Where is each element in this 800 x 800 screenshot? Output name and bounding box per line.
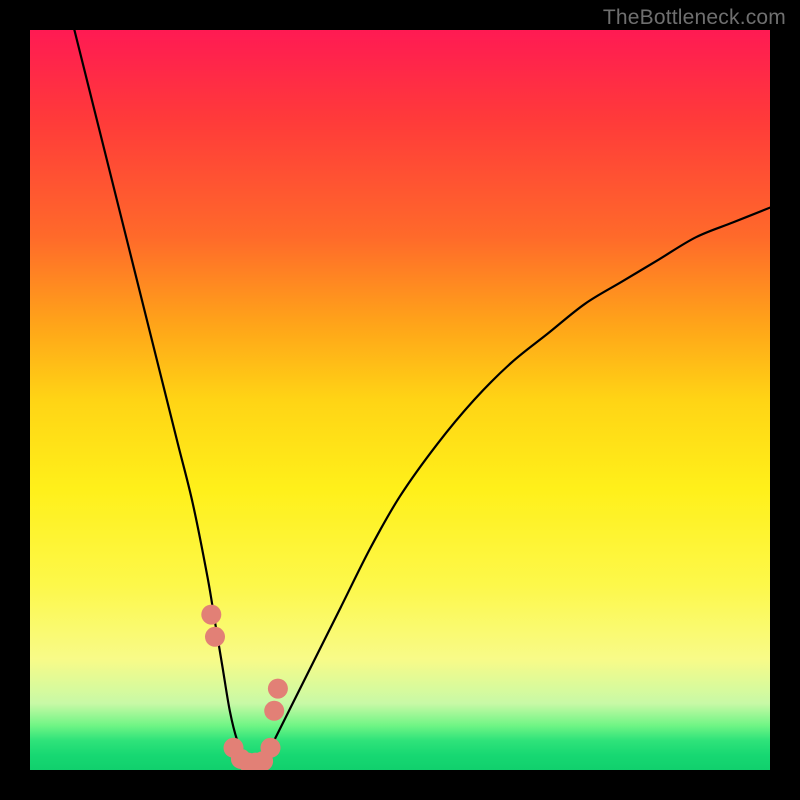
data-marker bbox=[261, 738, 281, 758]
curve-layer bbox=[30, 30, 770, 770]
data-marker bbox=[201, 605, 221, 625]
plot-area bbox=[30, 30, 770, 770]
watermark-text: TheBottleneck.com bbox=[603, 6, 786, 30]
data-marker bbox=[268, 679, 288, 699]
data-marker bbox=[205, 627, 225, 647]
bottleneck-curve bbox=[74, 30, 770, 764]
marker-group bbox=[201, 605, 288, 770]
data-marker bbox=[264, 701, 284, 721]
chart-frame: TheBottleneck.com bbox=[0, 0, 800, 800]
